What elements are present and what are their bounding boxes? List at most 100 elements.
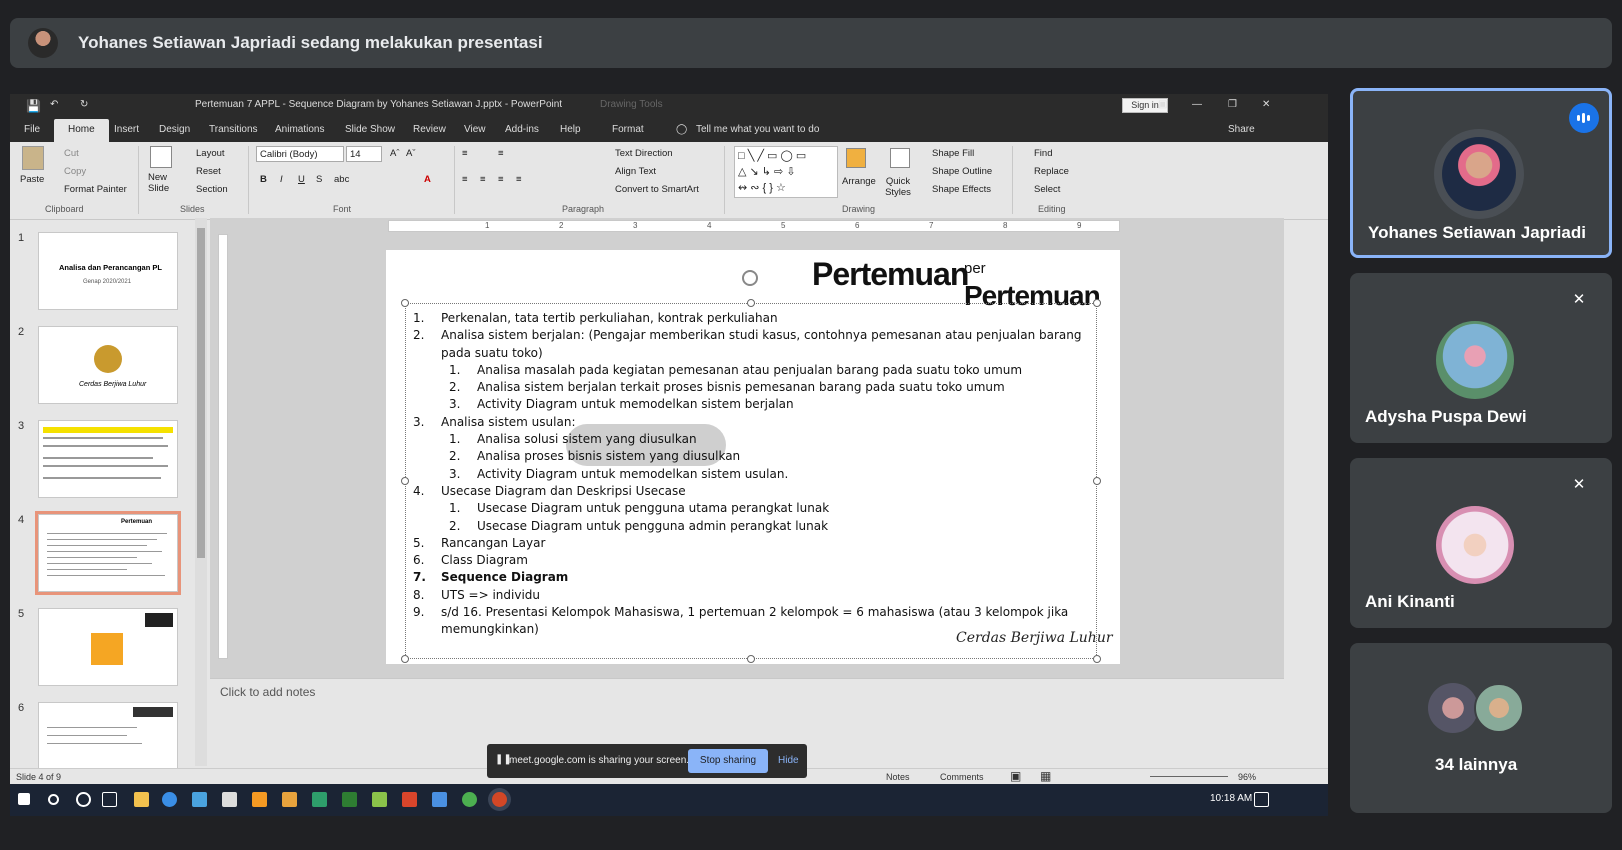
resize-handle[interactable] xyxy=(401,477,409,485)
strikethrough-icon[interactable]: abc xyxy=(334,174,349,185)
cut-button[interactable]: Cut xyxy=(64,148,79,159)
resize-handle[interactable] xyxy=(1093,477,1101,485)
paste-icon[interactable] xyxy=(22,146,44,170)
quick-styles-icon[interactable] xyxy=(890,148,910,168)
text-direction-button[interactable]: Text Direction xyxy=(615,148,673,159)
slide-content-list[interactable]: 1. Perkenalan, tata tertib perkuliahan, k… xyxy=(413,310,1093,639)
slide-thumb-5[interactable] xyxy=(38,608,178,686)
underline-icon[interactable]: U xyxy=(298,174,305,185)
tab-slide-show[interactable]: Slide Show xyxy=(345,124,395,135)
align-left-icon[interactable]: ≡ xyxy=(462,174,468,185)
thumbnails-scrollbar[interactable] xyxy=(195,218,207,766)
align-right-icon[interactable]: ≡ xyxy=(498,174,504,185)
arrange-button[interactable]: Arrange xyxy=(842,176,876,187)
save-icon[interactable]: 💾 xyxy=(26,99,41,113)
tab-review[interactable]: Review xyxy=(413,124,446,135)
justify-icon[interactable]: ≡ xyxy=(516,174,522,185)
tab-view[interactable]: View xyxy=(464,124,486,135)
zoom-level[interactable]: 96% xyxy=(1238,772,1256,782)
rotate-handle-icon[interactable] xyxy=(742,270,758,286)
align-center-icon[interactable]: ≡ xyxy=(480,174,486,185)
app-icon[interactable] xyxy=(192,792,207,807)
notes-toggle[interactable]: Notes xyxy=(886,772,910,782)
participant-tile-others[interactable]: 34 lainnya xyxy=(1350,643,1612,813)
search-app-icon[interactable] xyxy=(252,792,267,807)
quick-styles-button[interactable]: Quick Styles xyxy=(880,176,916,198)
tab-add-ins[interactable]: Add-ins xyxy=(505,124,539,135)
section-button[interactable]: Section xyxy=(196,184,228,195)
tab-home[interactable]: Home xyxy=(54,119,109,143)
tab-design[interactable]: Design xyxy=(159,124,190,135)
task-view-icon[interactable] xyxy=(102,792,117,807)
comments-toggle[interactable]: Comments xyxy=(940,772,984,782)
ribbon-display-icon[interactable]: ▣ xyxy=(1158,99,1167,110)
tab-file[interactable]: File xyxy=(24,124,40,135)
font-color-icon[interactable]: A xyxy=(424,174,431,185)
hide-button[interactable]: Hide xyxy=(778,755,799,766)
new-slide-icon[interactable] xyxy=(150,146,172,168)
slide-thumb-4[interactable]: Pertemuan xyxy=(35,511,181,595)
font-name-select[interactable]: Calibri (Body) xyxy=(256,146,344,162)
resize-handle[interactable] xyxy=(401,299,409,307)
resize-handle[interactable] xyxy=(1093,299,1101,307)
layout-button[interactable]: Layout xyxy=(196,148,225,159)
resize-handle[interactable] xyxy=(401,655,409,663)
replace-button[interactable]: Replace xyxy=(1034,166,1069,177)
format-painter-button[interactable]: Format Painter xyxy=(64,184,127,195)
normal-view-icon[interactable]: ▣ xyxy=(1010,769,1021,783)
copy-button[interactable]: Copy xyxy=(64,166,86,177)
reset-button[interactable]: Reset xyxy=(196,166,221,177)
find-button[interactable]: Find xyxy=(1034,148,1052,159)
app-icon[interactable] xyxy=(282,792,297,807)
notifications-icon[interactable] xyxy=(1254,792,1269,807)
align-text-button[interactable]: Align Text xyxy=(615,166,656,177)
slide-thumb-3[interactable] xyxy=(38,420,178,498)
resize-handle[interactable] xyxy=(747,655,755,663)
tab-animations[interactable]: Animations xyxy=(275,124,324,135)
convert-smartart-button[interactable]: Convert to SmartArt xyxy=(615,184,699,195)
windows-start-icon[interactable] xyxy=(18,793,30,805)
cortana-icon[interactable] xyxy=(76,792,91,807)
search-icon[interactable] xyxy=(48,794,59,805)
app-icon[interactable] xyxy=(222,792,237,807)
select-button[interactable]: Select xyxy=(1034,184,1060,195)
grow-font-icon[interactable]: Aˆ xyxy=(390,148,400,159)
maximize-icon[interactable]: ❐ xyxy=(1228,99,1237,110)
chrome-icon[interactable] xyxy=(462,792,477,807)
app-icon[interactable] xyxy=(312,792,327,807)
minimize-icon[interactable]: — xyxy=(1192,99,1202,110)
redo-icon[interactable]: ↻ xyxy=(80,99,88,110)
paste-button[interactable]: Paste xyxy=(20,174,44,185)
notes-placeholder[interactable]: Click to add notes xyxy=(220,685,315,699)
shadow-icon[interactable]: S xyxy=(316,174,322,185)
slide-thumb-1[interactable]: Analisa dan Perancangan PL Genap 2020/20… xyxy=(38,232,178,310)
current-slide[interactable]: Pertemuan per Pertemuan 1. Perkenalan, ta… xyxy=(386,250,1120,664)
bold-icon[interactable]: B xyxy=(260,174,267,185)
undo-icon[interactable]: ↶ xyxy=(50,99,58,110)
numbering-icon[interactable]: ≡ xyxy=(498,148,504,159)
bullets-icon[interactable]: ≡ xyxy=(462,148,468,159)
taskbar-clock[interactable]: 10:18 AM xyxy=(1210,793,1252,804)
tab-format[interactable]: Format xyxy=(612,124,644,135)
tab-help[interactable]: Help xyxy=(560,124,581,135)
file-explorer-icon[interactable] xyxy=(134,792,149,807)
resize-handle[interactable] xyxy=(747,299,755,307)
tell-me-search[interactable]: Tell me what you want to do xyxy=(696,124,819,135)
arrange-icon[interactable] xyxy=(846,148,866,168)
stop-sharing-button[interactable]: Stop sharing xyxy=(688,749,768,773)
powerpoint-icon[interactable] xyxy=(492,792,507,807)
italic-icon[interactable]: I xyxy=(280,174,283,185)
slide-thumb-2[interactable]: Cerdas Berjiwa Luhur xyxy=(38,326,178,404)
participant-tile[interactable]: ✕ Adysha Puspa Dewi xyxy=(1350,273,1612,443)
font-size-select[interactable]: 14 xyxy=(346,146,382,162)
zoom-slider[interactable] xyxy=(1150,776,1228,777)
slide-sorter-icon[interactable]: ▦ xyxy=(1040,769,1051,783)
resize-handle[interactable] xyxy=(1093,655,1101,663)
tab-insert[interactable]: Insert xyxy=(114,124,139,135)
participant-tile-presenter[interactable]: Yohanes Setiawan Japriadi xyxy=(1350,88,1612,258)
shrink-font-icon[interactable]: Aˇ xyxy=(406,148,416,159)
shapes-gallery[interactable]: □ ╲ ╱ ▭ ◯ ▭ △ ↘ ↳ ⇨ ⇩ ↭ ∾ { } ☆ xyxy=(734,146,838,198)
app-icon[interactable] xyxy=(372,792,387,807)
excel-icon[interactable] xyxy=(342,792,357,807)
app-icon[interactable] xyxy=(432,792,447,807)
